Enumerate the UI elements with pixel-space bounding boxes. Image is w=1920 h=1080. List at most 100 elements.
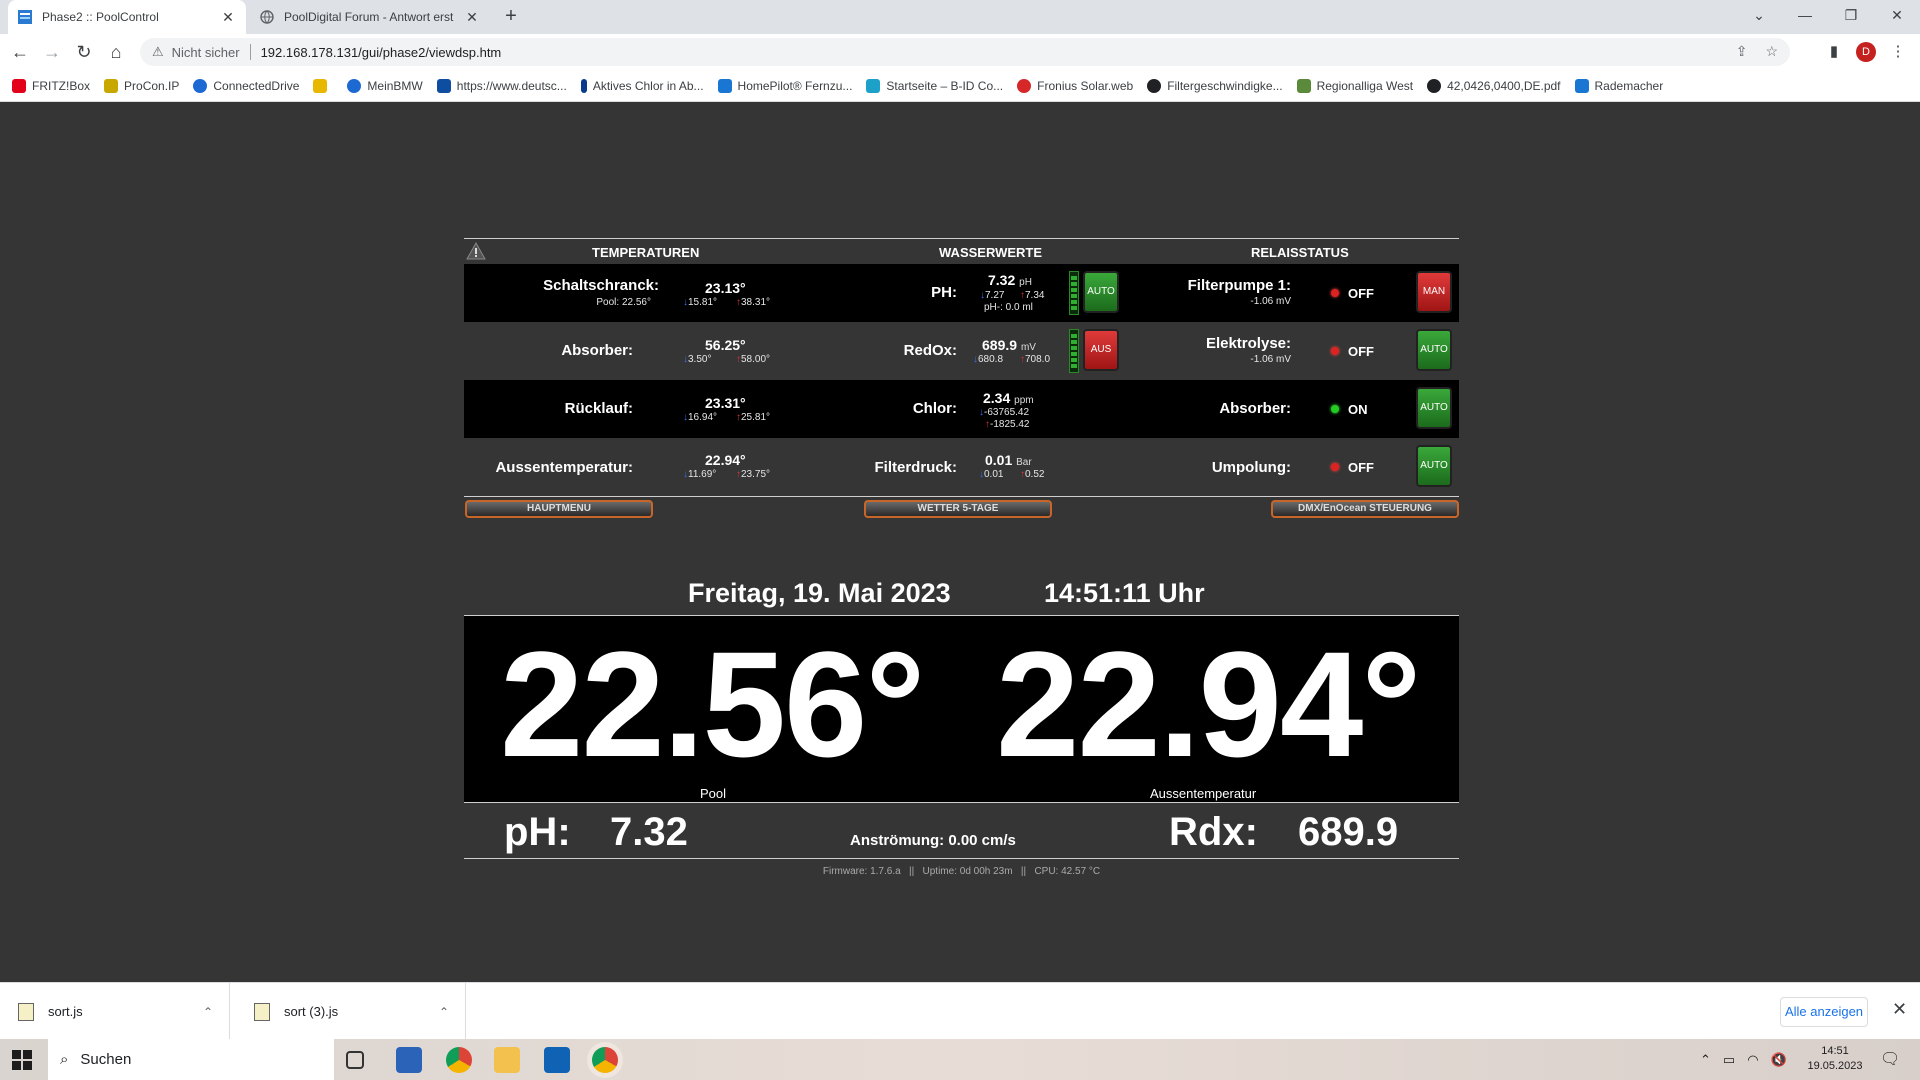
tab-forum[interactable]: PoolDigital Forum - Antwort erst ✕: [250, 0, 490, 34]
address-bar[interactable]: ⚠ Nicht sicher 192.168.178.131/gui/phase…: [140, 38, 1790, 66]
bookmark-label: FRITZ!Box: [32, 78, 91, 93]
notification-icon[interactable]: 🗨: [1880, 1049, 1900, 1069]
network-icon[interactable]: ▭: [1723, 1052, 1735, 1068]
security-label: Nicht sicher: [171, 44, 240, 60]
chevron-up-icon[interactable]: ⌃: [1700, 1052, 1711, 1068]
temp-max: 23.75°: [741, 469, 771, 480]
dmx-enocean-button[interactable]: DMX/EnOcean STEUERUNG: [1271, 500, 1459, 518]
ph-level-gauge: [1069, 271, 1079, 315]
data-row-1: Schaltschranck: Pool: 22.56° 23.13° ↓15.…: [464, 264, 1459, 322]
menu-kebab-icon[interactable]: ⋮: [1888, 42, 1908, 62]
url-text[interactable]: 192.168.178.131/gui/phase2/viewdsp.htm: [261, 45, 502, 60]
status-lamp-icon: [1331, 463, 1339, 471]
bookmark-filtergeschwindigkeit[interactable]: Filtergeschwindigke...: [1147, 78, 1283, 93]
close-icon[interactable]: ✕: [464, 9, 480, 26]
download-item[interactable]: sort.js ⌃: [0, 983, 230, 1040]
water-min: -63765.42: [984, 407, 1030, 418]
close-window-button[interactable]: ✕: [1882, 4, 1912, 26]
temp-min: 15.81°: [688, 297, 718, 308]
tab-title: Phase2 :: PoolControl: [42, 10, 159, 24]
absorber-mode-button[interactable]: AUTO: [1416, 387, 1452, 429]
bookmark-connecteddrive[interactable]: ConnectedDrive: [193, 78, 299, 93]
umpolung-mode-button[interactable]: AUTO: [1416, 445, 1452, 487]
avatar[interactable]: D: [1856, 42, 1876, 62]
bookmark-rademacher[interactable]: Rademacher: [1574, 78, 1663, 93]
tab-search-chevron-icon[interactable]: ⌄: [1744, 4, 1774, 26]
ph-mode-button[interactable]: AUTO: [1083, 271, 1119, 313]
bookmark-meinbmw[interactable]: MeinBMW: [347, 78, 423, 93]
download-filename: sort (3).js: [284, 1004, 339, 1019]
back-arrow-icon[interactable]: ←: [8, 40, 32, 64]
sun-icon: [313, 78, 328, 93]
bookmark-label: Fronius Solar.web: [1037, 78, 1134, 93]
anstroemung-text: Anströmung: 0.00 cm/s: [850, 832, 1016, 849]
site-icon: [580, 78, 587, 93]
wifi-icon[interactable]: ◠: [1747, 1052, 1758, 1068]
taskbar-clock[interactable]: 14:51 19.05.2023: [1800, 1044, 1870, 1074]
home-icon[interactable]: ⌂: [104, 40, 128, 64]
relay-sub: -1.06 mV: [1250, 296, 1291, 307]
bookmark-fritzbox[interactable]: FRITZ!Box: [12, 78, 91, 93]
bookmark-label: HomePilot® Fernzu...: [737, 78, 853, 93]
header-wasserwerte: WASSERWERTE: [939, 245, 1043, 260]
divider: [249, 44, 251, 60]
restore-button[interactable]: ❐: [1836, 4, 1866, 26]
bookmark-regionalliga[interactable]: Regionalliga West: [1296, 78, 1413, 93]
task-view-icon[interactable]: [346, 1051, 364, 1069]
filterpumpe-mode-button[interactable]: MAN: [1416, 271, 1452, 313]
js-file-icon: [254, 1002, 270, 1021]
chrome-icon[interactable]: [446, 1047, 472, 1073]
chevron-up-icon[interactable]: ⌃: [203, 1005, 213, 1019]
search-placeholder: Suchen: [80, 1051, 132, 1068]
temp-min: 16.94°: [688, 412, 718, 423]
taskbar-search-input[interactable]: ⌕ Suchen: [48, 1039, 334, 1080]
water-label: PH:: [931, 284, 957, 301]
close-icon[interactable]: ✕: [220, 9, 236, 26]
chrome-profile-icon[interactable]: [592, 1047, 618, 1073]
windows-taskbar: ⌕ Suchen ⌃ ▭ ◠ 🔇 14:51 19.05.2023 🗨: [0, 1039, 1920, 1080]
side-panel-icon[interactable]: ▮: [1824, 42, 1844, 62]
bookmark-homepilot[interactable]: HomePilot® Fernzu...: [717, 78, 853, 93]
chevron-up-icon[interactable]: ⌃: [439, 1005, 449, 1019]
reload-icon[interactable]: ↻: [72, 40, 96, 64]
rdx-status-label: Rdx:: [1169, 810, 1258, 854]
bookmark-label: MeinBMW: [367, 78, 423, 93]
bookmark-bid[interactable]: Startseite – B-ID Co...: [866, 78, 1003, 93]
file-explorer-icon[interactable]: [494, 1047, 520, 1073]
bookmark-deutsc[interactable]: https://www.deutsc...: [436, 78, 567, 93]
water-unit: mV: [1020, 342, 1036, 353]
share-icon[interactable]: ⇪: [1736, 43, 1748, 60]
tab-poolcontrol[interactable]: Phase2 :: PoolControl ✕: [8, 0, 246, 34]
store-icon[interactable]: [396, 1047, 422, 1073]
globe-icon: [260, 10, 274, 24]
water-label: Chlor:: [912, 400, 957, 417]
bookmark-fronius[interactable]: Fronius Solar.web: [1017, 78, 1134, 93]
water-unit: pH: [1019, 277, 1032, 288]
bookmark-proconip[interactable]: ProCon.IP: [104, 78, 179, 93]
show-all-button[interactable]: Alle anzeigen: [1780, 997, 1868, 1027]
hauptmenu-button[interactable]: HAUPTMENU: [465, 500, 653, 518]
volume-muted-icon[interactable]: 🔇: [1771, 1052, 1787, 1068]
bookmark-unnamed[interactable]: [313, 78, 333, 93]
temp-sub: Pool: 22.56°: [596, 297, 651, 308]
download-item[interactable]: sort (3).js ⌃: [236, 983, 466, 1040]
new-tab-button[interactable]: +: [498, 5, 524, 29]
site-icon: [1296, 78, 1311, 93]
redox-mode-button[interactable]: AUS: [1083, 329, 1119, 371]
aussen-temperature-value: 22.94°: [996, 620, 1421, 788]
minimize-button[interactable]: —: [1790, 4, 1820, 26]
status-lamp-icon: [1331, 347, 1339, 355]
forward-arrow-icon[interactable]: →: [40, 40, 64, 64]
windows-start-icon[interactable]: [12, 1050, 32, 1070]
water-value: 689.9: [982, 337, 1018, 353]
bookmark-aktives-chlor[interactable]: Aktives Chlor in Ab...: [580, 78, 704, 93]
bookmark-pdf[interactable]: 42,0426,0400,DE.pdf: [1427, 78, 1561, 93]
wetter-button[interactable]: WETTER 5-TAGE: [864, 500, 1052, 518]
poolcontrol-favicon-icon: [18, 10, 32, 24]
elektrolyse-mode-button[interactable]: AUTO: [1416, 329, 1452, 371]
water-unit: ppm: [1014, 395, 1034, 406]
warning-icon[interactable]: [466, 242, 486, 260]
close-icon[interactable]: ✕: [1892, 999, 1907, 1020]
bookmark-star-icon[interactable]: ☆: [1765, 43, 1778, 60]
outlook-icon[interactable]: [544, 1047, 570, 1073]
